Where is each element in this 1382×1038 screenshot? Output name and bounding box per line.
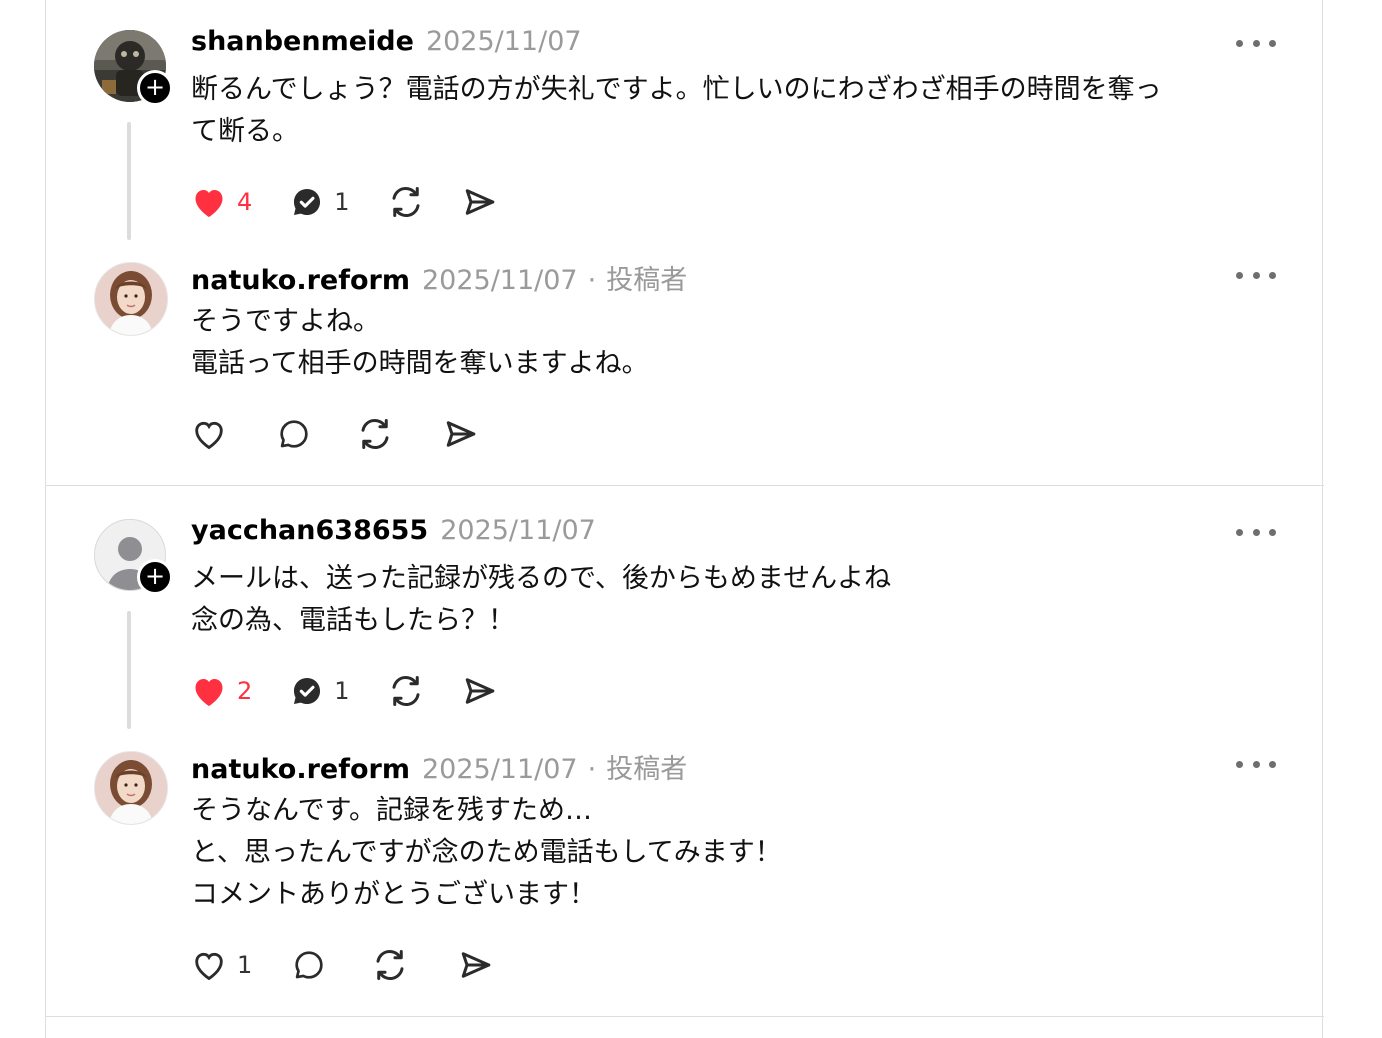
like-button[interactable]: 2 xyxy=(191,671,252,711)
reply-button[interactable]: 1 xyxy=(290,671,350,711)
reply-icon xyxy=(295,951,323,979)
more-icon[interactable] xyxy=(1236,517,1276,547)
repost-button[interactable] xyxy=(388,182,424,222)
post-header: natuko.reform 2025/11/07 · 投稿者 xyxy=(191,258,688,296)
post-header: natuko.reform 2025/11/07 · 投稿者 xyxy=(191,747,688,785)
separator: · xyxy=(587,265,597,296)
share-icon xyxy=(462,952,491,978)
like-count: 2 xyxy=(237,677,253,705)
like-count: 4 xyxy=(237,188,253,216)
heart-icon xyxy=(195,190,223,217)
reply-count: 1 xyxy=(334,677,350,705)
heart-icon xyxy=(195,952,223,981)
username[interactable]: shanbenmeide xyxy=(191,26,414,57)
repost-icon xyxy=(376,949,404,981)
repost-icon xyxy=(392,186,420,218)
repost-button[interactable] xyxy=(372,945,408,985)
post-header: shanbenmeide 2025/11/07 xyxy=(191,26,582,62)
like-count: 1 xyxy=(237,951,253,979)
username[interactable]: yacchan638655 xyxy=(191,515,428,546)
repost-button[interactable] xyxy=(388,671,424,711)
share-icon xyxy=(465,678,494,704)
repost-button[interactable] xyxy=(357,414,393,454)
post-date[interactable]: 2025/11/07 xyxy=(422,754,578,785)
share-button[interactable] xyxy=(443,414,479,454)
thread-divider xyxy=(45,485,1324,486)
thread-line xyxy=(127,122,131,240)
post-text: メールは、送った記録が残るので、後からもめませんよね 念の為、電話もしたら？！ xyxy=(191,563,892,636)
username[interactable]: natuko.reform xyxy=(191,265,410,296)
reply-button[interactable] xyxy=(277,414,311,454)
share-icon xyxy=(446,421,476,447)
like-button[interactable]: 4 xyxy=(191,182,252,222)
reply-icon xyxy=(294,677,321,705)
post-date[interactable]: 2025/11/07 xyxy=(422,265,578,296)
post-text: そうですよね。 電話って相手の時間を奪いますよね。 xyxy=(191,306,649,379)
post-date[interactable]: 2025/11/07 xyxy=(440,515,596,546)
follow-plus-icon[interactable]: + xyxy=(137,559,173,595)
action-bar: 2 1 xyxy=(191,671,536,711)
reply-icon xyxy=(280,420,308,448)
repost-icon xyxy=(392,675,420,707)
more-icon[interactable] xyxy=(1236,749,1276,779)
heart-icon xyxy=(195,679,223,706)
thread-divider xyxy=(45,1016,1324,1017)
post-text: 断るんでしょう？電話の方が失礼ですよ。忙しいのにわざわざ相手の時間を奪っ て断る… xyxy=(191,74,1162,147)
more-icon[interactable] xyxy=(1236,28,1276,58)
follow-plus-icon[interactable]: + xyxy=(137,70,173,106)
post-header: yacchan638655 2025/11/07 xyxy=(191,515,596,551)
repost-icon xyxy=(361,418,389,450)
reply-button[interactable]: 1 xyxy=(290,182,350,222)
heart-icon xyxy=(195,421,223,450)
like-button[interactable]: 1 xyxy=(191,945,252,985)
avatar[interactable] xyxy=(94,262,168,336)
thread-line xyxy=(127,611,131,729)
username[interactable]: natuko.reform xyxy=(191,754,410,785)
post-date[interactable]: 2025/11/07 xyxy=(426,26,582,57)
author-badge: 投稿者 xyxy=(606,754,688,785)
separator: · xyxy=(587,754,597,785)
post-text: そうなんです。記録を残すため… と、思ったんですが念のため電話もしてみます！ コ… xyxy=(191,795,782,910)
more-icon[interactable] xyxy=(1236,260,1276,290)
avatar[interactable] xyxy=(94,751,168,825)
reply-button[interactable] xyxy=(292,945,326,985)
share-button[interactable] xyxy=(462,671,498,711)
like-button[interactable] xyxy=(191,414,227,454)
action-bar: 4 1 xyxy=(191,182,536,222)
action-bar: 1 xyxy=(191,945,532,985)
author-badge: 投稿者 xyxy=(606,265,688,296)
reply-count: 1 xyxy=(334,188,350,216)
share-button[interactable] xyxy=(458,945,494,985)
share-button[interactable] xyxy=(462,182,498,222)
share-icon xyxy=(465,189,494,215)
reply-icon xyxy=(294,188,321,216)
action-bar xyxy=(191,414,517,454)
